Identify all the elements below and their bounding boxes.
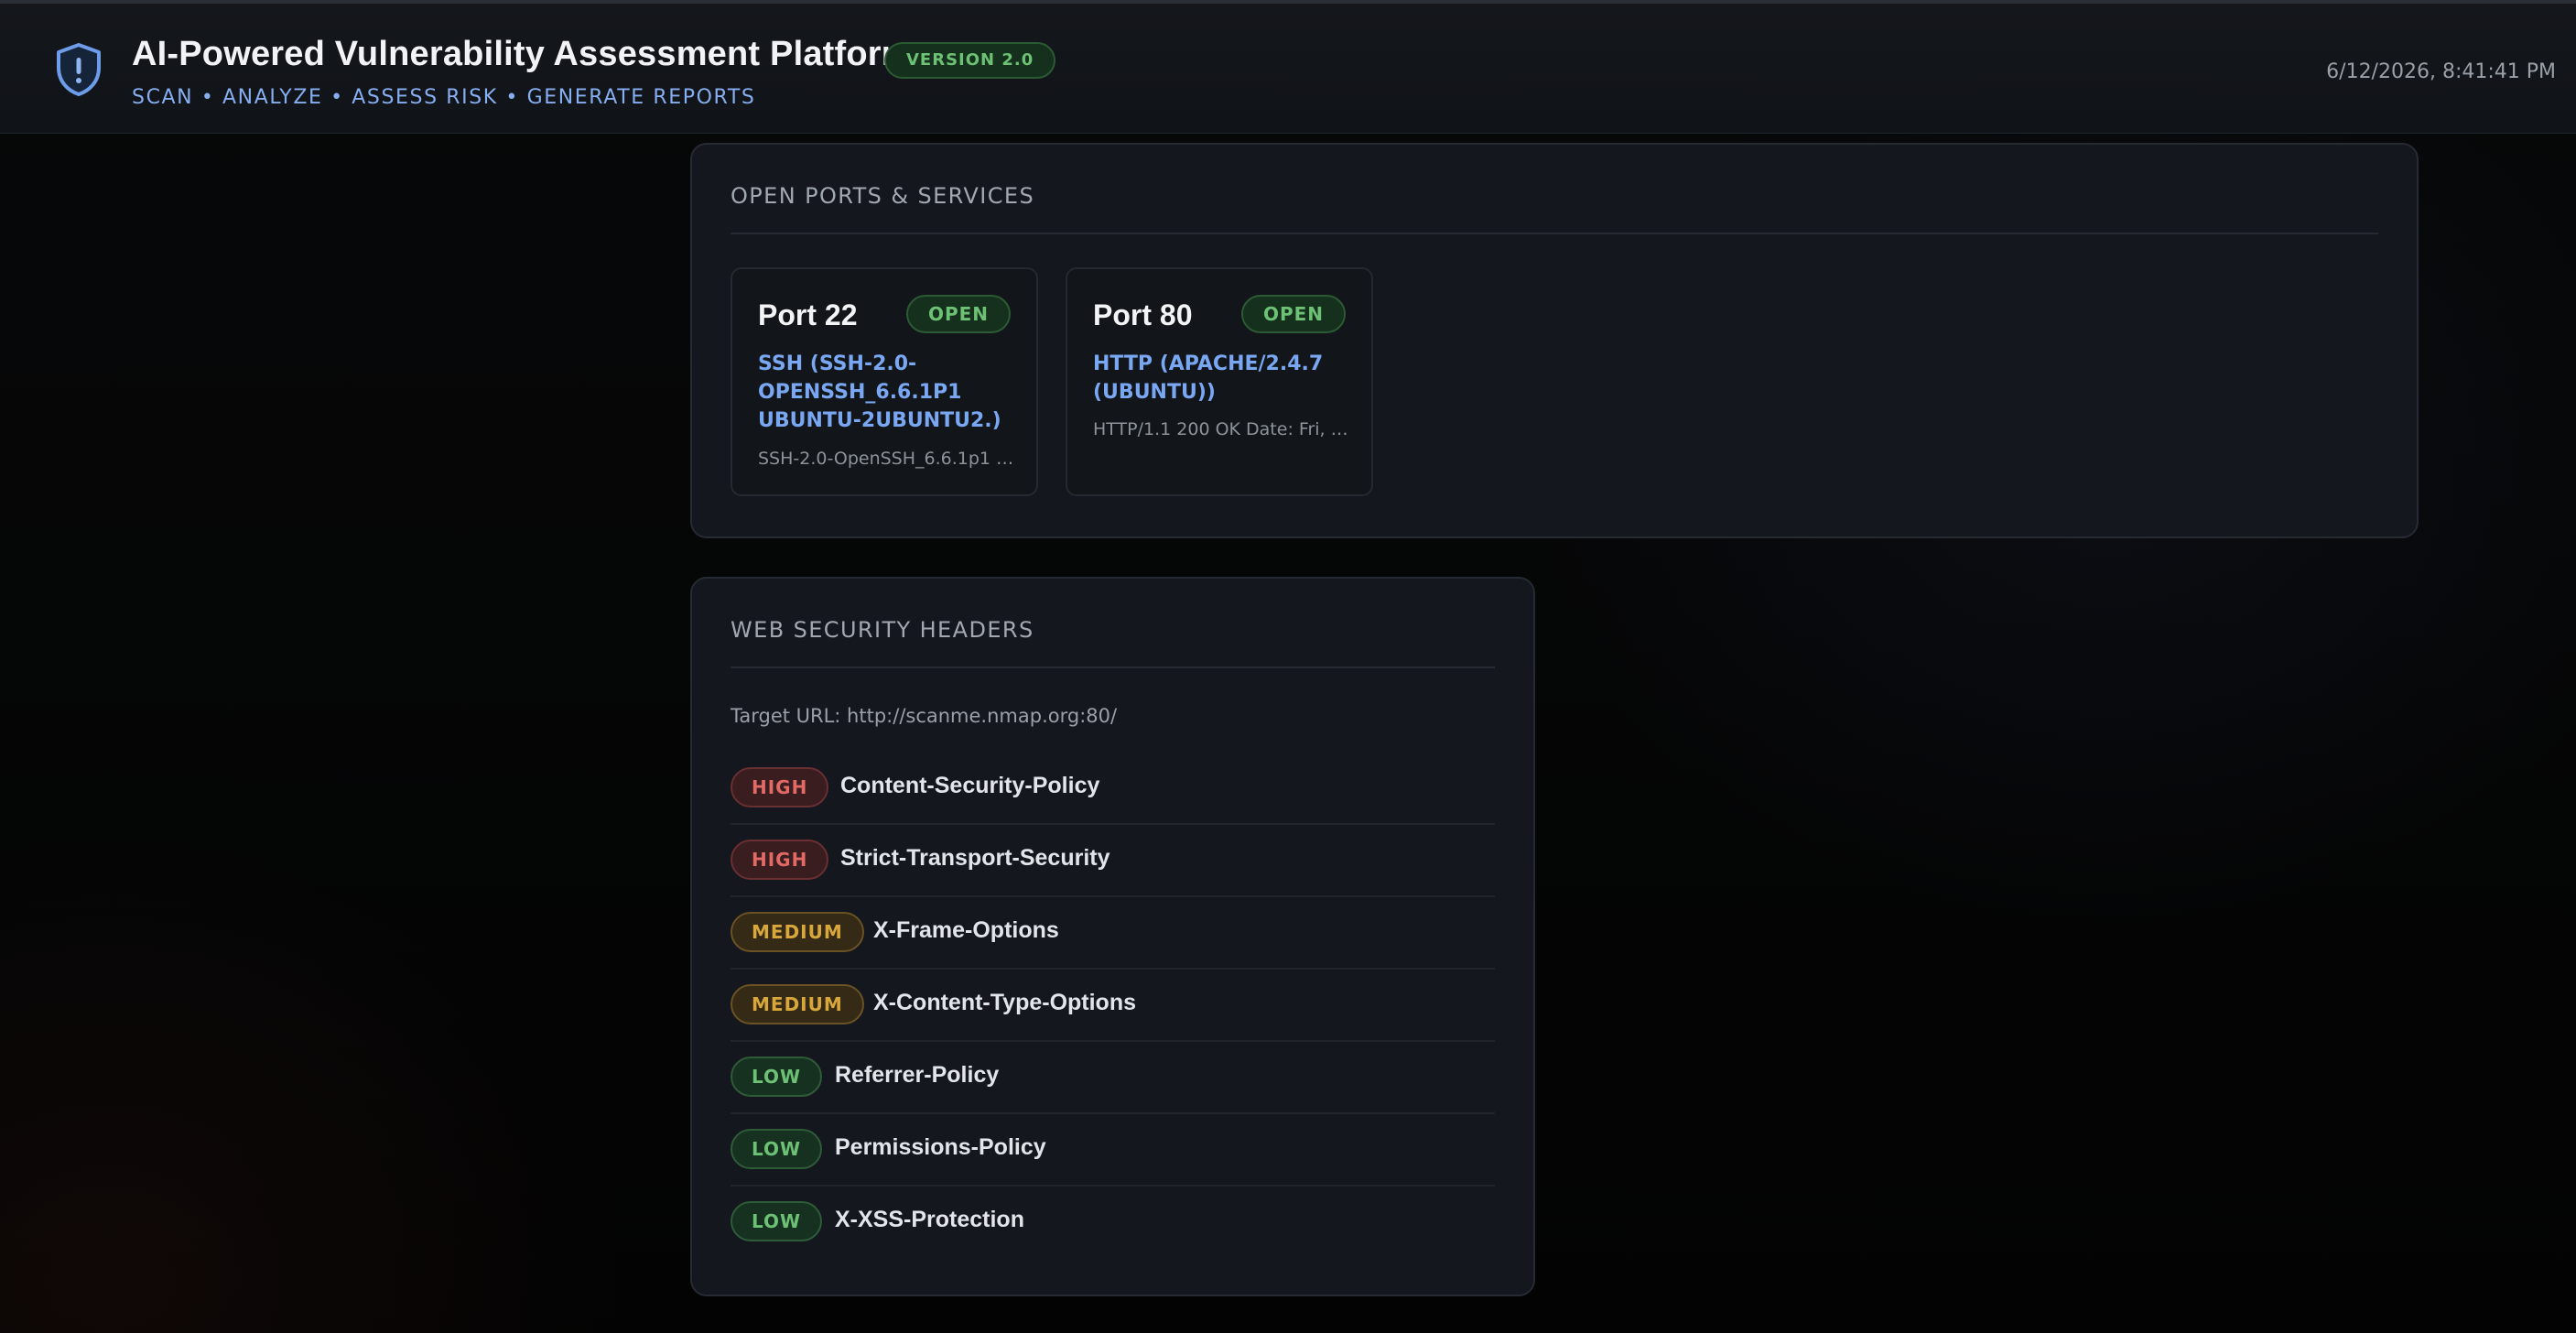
app-tagline: SCAN • ANALYZE • ASSESS RISK • GENERATE … [132, 86, 756, 109]
severity-badge: LOW [731, 1201, 823, 1241]
header-row: LOW X-XSS-Protection [731, 1187, 1495, 1259]
status-badge: OPEN [1240, 295, 1346, 333]
header-name: Content-Security-Policy [840, 773, 1100, 798]
header-name: Strict-Transport-Security [840, 845, 1110, 871]
header-name: Permissions-Policy [835, 1134, 1046, 1160]
header-name: X-Frame-Options [873, 917, 1059, 943]
open-ports-panel: OPEN PORTS & SERVICES Port 22 OPEN SSH (… [690, 143, 2419, 538]
panel-title: WEB SECURITY HEADERS [731, 617, 1034, 643]
header-row: HIGH Strict-Transport-Security [731, 825, 1495, 897]
severity-badge: LOW [731, 1129, 823, 1169]
app-header: AI-Powered Vulnerability Assessment Plat… [0, 0, 2576, 134]
app-title: AI-Powered Vulnerability Assessment Plat… [132, 35, 913, 73]
target-url: Target URL: http://scanme.nmap.org:80/ [731, 705, 1118, 727]
header-row: MEDIUM X-Content-Type-Options [731, 970, 1495, 1042]
port-number: Port 22 [758, 298, 858, 331]
timestamp: 6/12/2026, 8:41:41 PM [2326, 60, 2556, 83]
app-page: AI-Powered Vulnerability Assessment Plat… [0, 0, 2576, 1333]
service-name: HTTP (APACHE/2.4.7 (UBUNTU)) [1093, 352, 1324, 404]
severity-badge: LOW [731, 1057, 823, 1097]
header-name: X-Content-Type-Options [873, 990, 1136, 1015]
version-badge: VERSION 2.0 [884, 42, 1056, 79]
web-security-headers-panel: WEB SECURITY HEADERS Target URL: http://… [690, 577, 1535, 1296]
severity-badge: HIGH [731, 840, 829, 880]
service-name: SSH (SSH-2.0-OPENSSH_6.6.1P1 UBUNTU-2UBU… [758, 352, 1001, 432]
severity-badge: MEDIUM [731, 984, 864, 1024]
shield-icon [57, 43, 101, 96]
header-name: X-XSS-Protection [835, 1207, 1024, 1232]
port-card[interactable]: Port 22 OPEN SSH (SSH-2.0-OPENSSH_6.6.1P… [731, 267, 1038, 496]
divider [731, 233, 2378, 234]
port-card[interactable]: Port 80 OPEN HTTP (APACHE/2.4.7 (UBUNTU)… [1066, 267, 1373, 496]
service-banner: SSH-2.0-OpenSSH_6.6.1p1 Ub... [758, 449, 1014, 469]
port-number: Port 80 [1093, 298, 1193, 331]
panel-title: OPEN PORTS & SERVICES [731, 183, 1035, 209]
severity-badge: MEDIUM [731, 912, 864, 952]
status-badge: OPEN [905, 295, 1011, 333]
severity-badge: HIGH [731, 767, 829, 807]
service-banner: HTTP/1.1 200 OK Date: Fri, 12... [1093, 419, 1349, 439]
header-row: MEDIUM X-Frame-Options [731, 897, 1495, 970]
divider [731, 666, 1495, 668]
header-row: LOW Permissions-Policy [731, 1114, 1495, 1187]
header-row: LOW Referrer-Policy [731, 1042, 1495, 1114]
header-name: Referrer-Policy [835, 1062, 1000, 1088]
header-row: HIGH Content-Security-Policy [731, 753, 1495, 825]
